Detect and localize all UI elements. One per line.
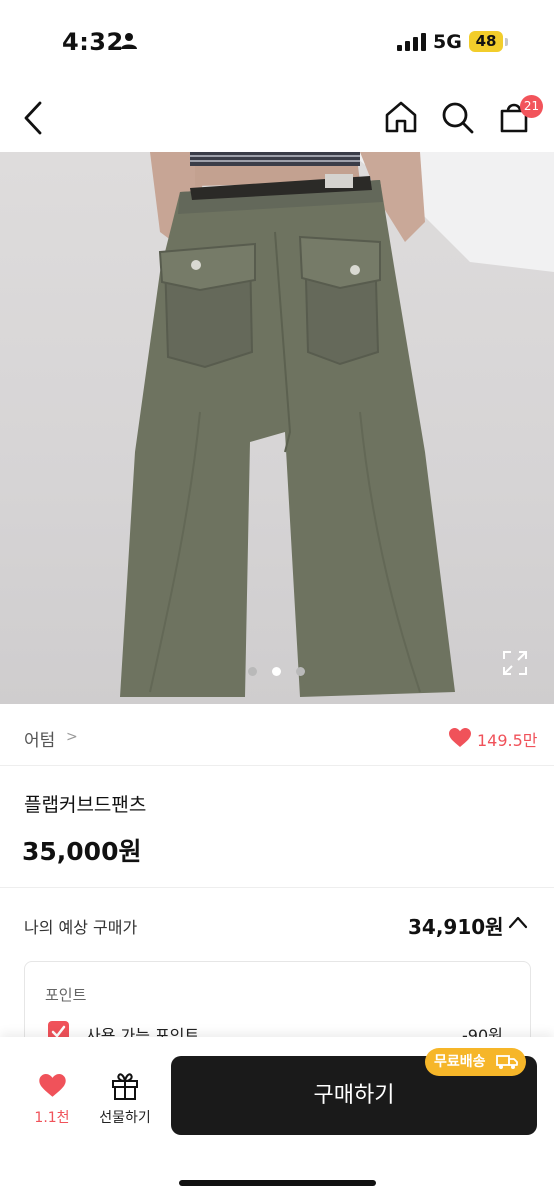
- gallery-dot-active[interactable]: [272, 667, 281, 676]
- product-name: 플랩커브드팬츠: [24, 794, 147, 816]
- product-photo-illustration: [120, 152, 554, 697]
- person-icon: [121, 33, 137, 49]
- gift-label: 선물하기: [99, 1110, 151, 1126]
- battery-cap: [505, 38, 508, 46]
- back-icon[interactable]: [22, 101, 44, 135]
- brand-name[interactable]: 어텀: [24, 726, 55, 751]
- gift-icon: [112, 1073, 138, 1100]
- free-shipping-badge: 무료배송: [425, 1048, 526, 1076]
- product-image[interactable]: [0, 152, 554, 704]
- expected-price-value: 34,910원: [408, 915, 504, 939]
- expand-icon[interactable]: [502, 650, 528, 676]
- chevron-right-icon: >: [66, 729, 78, 745]
- expected-price-label: 나의 예상 구매가: [24, 918, 138, 937]
- home-icon[interactable]: [384, 101, 418, 133]
- brand-row[interactable]: 어텀 > 149.5만: [0, 704, 554, 766]
- signal-icon: [397, 33, 426, 51]
- status-time: 4:32: [62, 28, 124, 56]
- heart-icon: [39, 1074, 66, 1097]
- gift-button[interactable]: 선물하기: [88, 1071, 162, 1131]
- battery-indicator: 48: [469, 31, 503, 52]
- network-label: 5G: [433, 31, 462, 53]
- gallery-dot[interactable]: [296, 667, 305, 676]
- like-count: 149.5만: [477, 731, 538, 750]
- status-bar: 4:32 5G 48: [0, 0, 554, 80]
- search-icon[interactable]: [441, 101, 475, 135]
- chevron-up-icon[interactable]: [508, 915, 528, 929]
- free-shipping-label: 무료배송: [434, 1054, 486, 1070]
- home-indicator: [179, 1180, 376, 1186]
- top-nav-bar: [0, 80, 554, 152]
- point-section-title: 포인트: [45, 986, 87, 1004]
- gallery-pagination: [248, 667, 308, 679]
- divider: [0, 887, 554, 888]
- wish-button[interactable]: 1.1천: [24, 1071, 80, 1131]
- heart-icon[interactable]: [449, 728, 471, 748]
- truck-icon: [496, 1055, 518, 1069]
- cart-count-badge: 21: [520, 95, 543, 118]
- gallery-dot[interactable]: [248, 667, 257, 676]
- product-price: 35,000원: [22, 837, 142, 866]
- wish-count: 1.1천: [34, 1110, 70, 1126]
